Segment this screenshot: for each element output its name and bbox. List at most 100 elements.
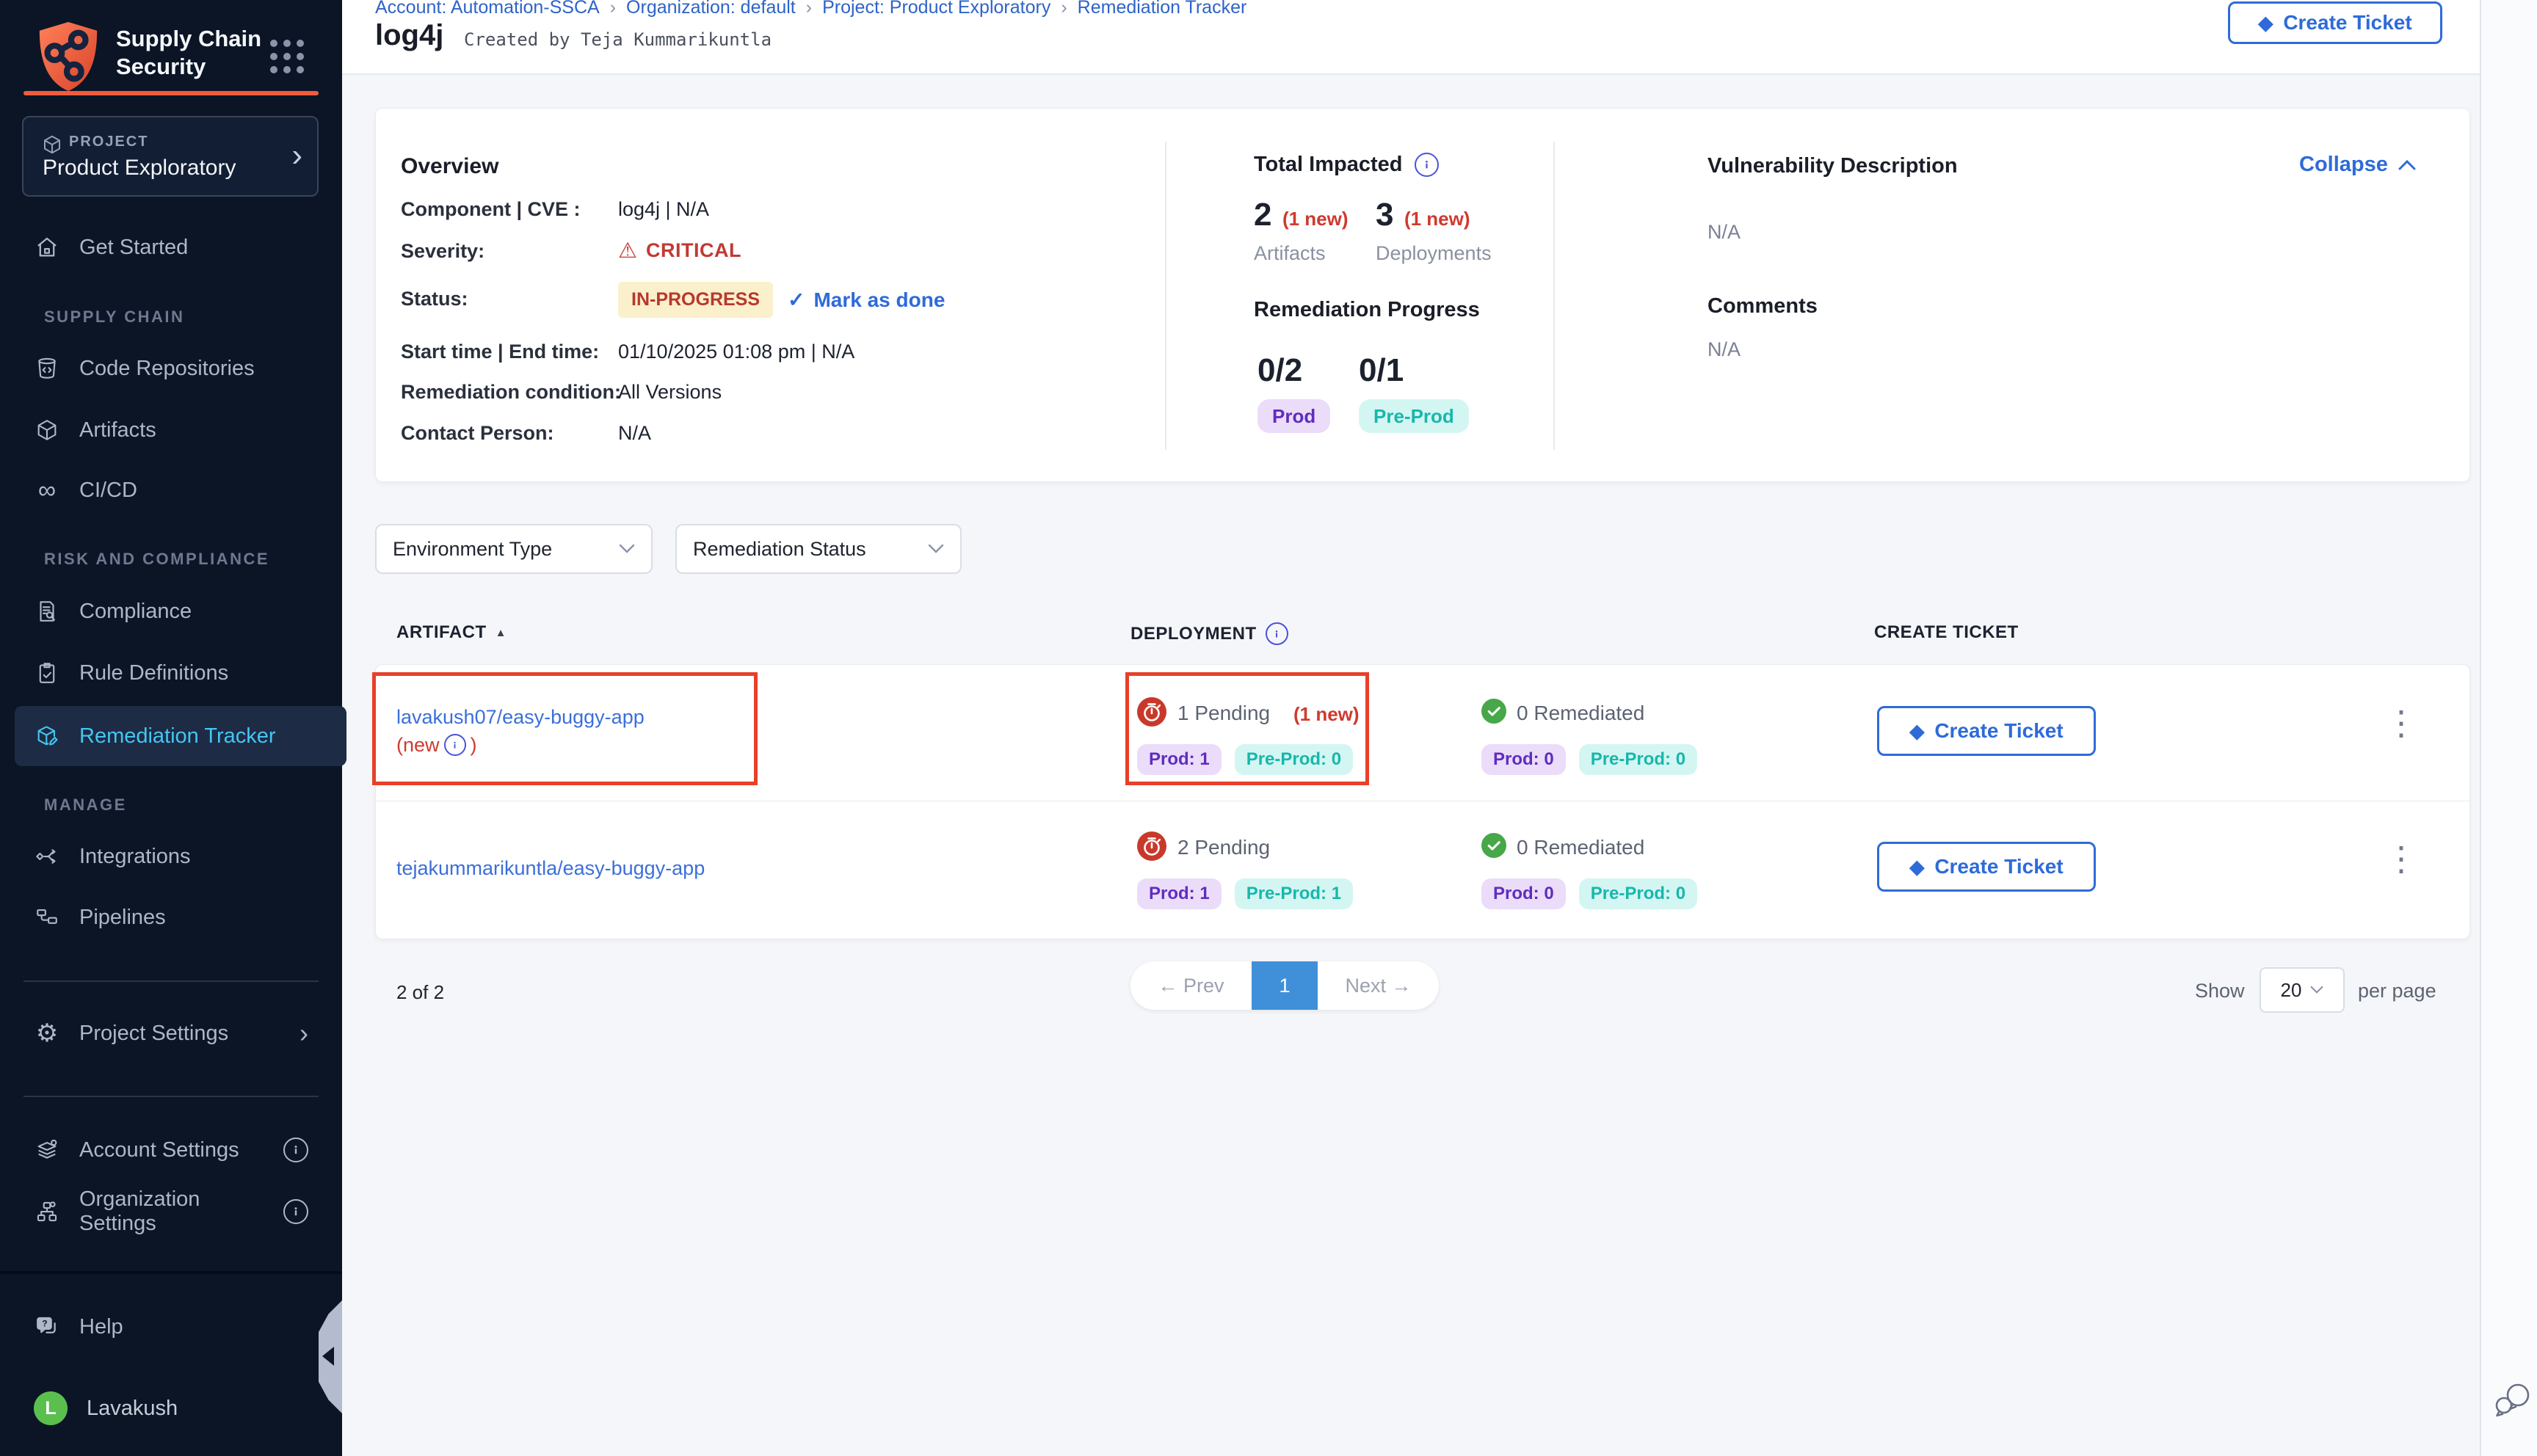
user-menu[interactable]: L Lavakush <box>34 1383 319 1433</box>
app-switcher-grid-icon[interactable] <box>270 40 304 73</box>
sidebar: Supply Chain Security PROJECT Product Ex… <box>0 0 342 1456</box>
sidebar-item-code-repositories[interactable]: Code Repositories <box>34 343 319 393</box>
breadcrumb: Account: Automation-SSCA › Organization: d… <box>375 0 1246 18</box>
remediated-check-icon <box>1481 699 1506 727</box>
breadcrumb-account[interactable]: Account: Automation-SSCA <box>375 0 600 18</box>
breadcrumb-separator: › <box>806 0 812 18</box>
chevron-down-icon <box>619 544 635 554</box>
divider <box>23 980 319 982</box>
breadcrumb-organization[interactable]: Organization: default <box>626 0 796 18</box>
create-ticket-button[interactable]: ◆ Create Ticket <box>1877 842 2096 892</box>
artifact-header-label: ARTIFACT <box>396 622 487 643</box>
divider <box>23 1096 319 1097</box>
info-icon[interactable] <box>283 1199 308 1224</box>
next-page-button[interactable]: Next → <box>1318 975 1439 997</box>
column-header-deployment: DEPLOYMENT <box>1130 622 1288 645</box>
overview-title: Overview <box>401 154 498 179</box>
collapse-link[interactable]: Collapse <box>2299 153 2416 177</box>
arrow-left-icon: ← <box>1158 975 1177 997</box>
contact-value: N/A <box>618 422 651 445</box>
sidebar-item-get-started[interactable]: Get Started <box>34 222 319 272</box>
sort-asc-icon: ▲ <box>496 627 507 639</box>
deployments-label: Deployments <box>1376 242 1492 265</box>
row-menu-kebab-icon[interactable]: ⋮ <box>2384 842 2418 876</box>
environment-type-filter[interactable]: Environment Type <box>375 524 653 574</box>
sidebar-item-cicd[interactable]: ∞ CI/CD <box>34 465 319 515</box>
breadcrumb-separator: › <box>610 0 616 18</box>
support-chat-icon[interactable] <box>2493 1378 2533 1424</box>
remediated-env-badges: Prod: 0 Pre-Prod: 0 <box>1481 878 1697 909</box>
sidebar-item-label: Rule Definitions <box>79 661 228 685</box>
page-size-select[interactable]: 20 <box>2260 967 2345 1013</box>
mark-as-done-link[interactable]: ✓ Mark as done <box>788 288 945 312</box>
sidebar-item-project-settings[interactable]: ⚙ Project Settings › <box>34 1008 319 1058</box>
remediated-count: 0 Remediated <box>1517 836 1644 859</box>
sidebar-item-label: Integrations <box>79 845 191 869</box>
create-ticket-button[interactable]: ◆ Create Ticket <box>1877 706 2096 756</box>
prev-label: Prev <box>1183 975 1224 997</box>
chevron-right-icon: › <box>291 136 302 175</box>
total-impacted-header: Total Impacted <box>1254 153 1439 177</box>
contact-label: Contact Person: <box>401 422 554 445</box>
chevron-down-icon <box>2310 986 2323 994</box>
collapse-label: Collapse <box>2299 153 2388 177</box>
remediation-status-filter[interactable]: Remediation Status <box>675 524 962 574</box>
sidebar-item-compliance[interactable]: Compliance <box>34 586 319 636</box>
project-selector[interactable]: PROJECT Product Exploratory › <box>22 116 319 197</box>
show-label: Show <box>2195 980 2245 1002</box>
divider <box>0 1271 342 1274</box>
column-header-artifact[interactable]: ARTIFACT ▲ <box>396 622 507 643</box>
current-page-button[interactable]: 1 <box>1252 961 1318 1010</box>
sidebar-section-risk-and-compliance: RISK AND COMPLIANCE <box>44 550 269 569</box>
row-menu-kebab-icon[interactable]: ⋮ <box>2384 706 2418 740</box>
sidebar-item-account-settings[interactable]: Account Settings <box>34 1125 319 1175</box>
remediated-count: 0 Remediated <box>1517 702 1644 725</box>
code-repository-icon <box>34 356 60 381</box>
jira-diamond-icon: ◆ <box>1909 857 1924 876</box>
sidebar-item-label: Project Settings <box>79 1022 228 1046</box>
page-size-value: 20 <box>2281 979 2302 1002</box>
sidebar-item-integrations[interactable]: Integrations <box>34 831 319 881</box>
cube-icon <box>34 418 60 443</box>
prev-page-button[interactable]: ← Prev <box>1130 975 1252 997</box>
info-icon[interactable] <box>283 1138 308 1162</box>
mark-as-done-label: Mark as done <box>813 288 945 312</box>
pending-icon <box>1137 831 1166 864</box>
sidebar-item-help[interactable]: ? Help <box>34 1302 319 1352</box>
app-title: Supply Chain Security <box>116 25 292 81</box>
sidebar-item-label: Help <box>79 1315 123 1339</box>
project-label: PROJECT <box>69 134 148 150</box>
prod-badge: Prod: 0 <box>1481 878 1566 909</box>
breadcrumb-current[interactable]: Remediation Tracker <box>1078 0 1247 18</box>
environment-type-label: Environment Type <box>393 538 552 561</box>
sidebar-item-artifacts[interactable]: Artifacts <box>34 405 319 455</box>
sidebar-item-label: Remediation Tracker <box>79 724 276 749</box>
info-icon[interactable] <box>1266 622 1288 645</box>
info-icon[interactable] <box>1415 153 1439 177</box>
document-search-icon <box>34 599 60 624</box>
sidebar-item-label: Account Settings <box>79 1138 239 1162</box>
time-label: Start time | End time: <box>401 341 599 363</box>
condition-label: Remediation condition: <box>401 381 621 404</box>
sidebar-item-pipelines[interactable]: Pipelines <box>34 892 319 942</box>
sidebar-collapse-handle[interactable] <box>319 1300 342 1413</box>
condition-value: All Versions <box>618 381 722 404</box>
vulnerability-description-title: Vulnerability Description <box>1707 154 1958 178</box>
warning-icon: ⚠ <box>618 238 637 263</box>
sidebar-item-rule-definitions[interactable]: Rule Definitions <box>34 648 319 698</box>
breadcrumb-project[interactable]: Project: Product Exploratory <box>822 0 1050 18</box>
sidebar-item-remediation-tracker[interactable]: Remediation Tracker <box>15 706 346 766</box>
sidebar-section-manage: MANAGE <box>44 796 127 815</box>
cube-edit-icon <box>34 724 60 749</box>
remediation-progress-title: Remediation Progress <box>1254 298 1480 322</box>
sidebar-item-organization-settings[interactable]: Organization Settings <box>34 1187 319 1237</box>
page-subtitle: Created by Teja Kummarikuntla <box>464 29 772 50</box>
time-value: 01/10/2025 01:08 pm | N/A <box>618 341 854 363</box>
artifact-link[interactable]: tejakummarikuntla/easy-buggy-app <box>396 857 705 880</box>
create-ticket-button[interactable]: ◆ Create Ticket <box>2228 1 2442 44</box>
preprod-badge: Pre-Prod <box>1359 399 1469 433</box>
home-icon <box>34 235 60 260</box>
create-ticket-label: Create Ticket <box>2283 11 2411 34</box>
brand-divider <box>23 91 319 95</box>
prod-badge: Prod <box>1257 399 1330 433</box>
